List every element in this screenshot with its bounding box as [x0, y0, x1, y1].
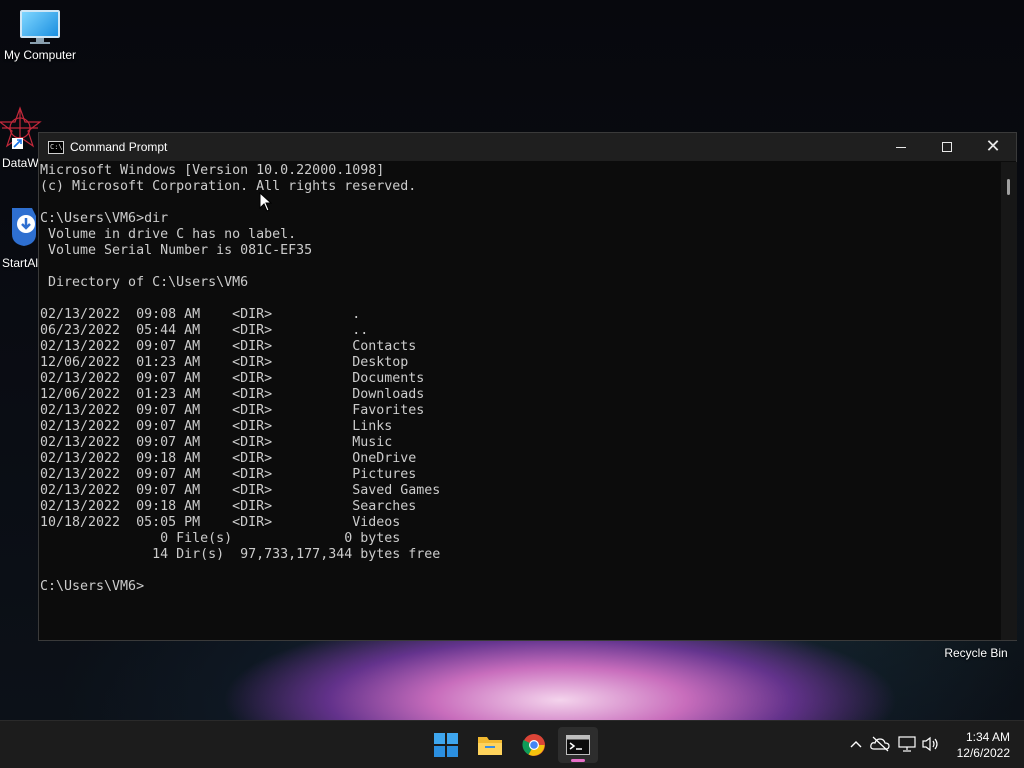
- clock-date: 12/6/2022: [956, 746, 1010, 760]
- vertical-scrollbar[interactable]: [1001, 162, 1017, 640]
- console-line: 14 Dir(s) 97,733,177,344 bytes free: [40, 547, 441, 562]
- console-line: 02/13/2022 09:07 AM <DIR> Music: [40, 435, 393, 450]
- window-title: Command Prompt: [70, 140, 168, 154]
- active-app-indicator: [571, 759, 585, 762]
- onedrive-tray-button[interactable]: [869, 733, 891, 755]
- console-line: 12/06/2022 01:23 AM <DIR> Downloads: [40, 387, 425, 402]
- console-line: 12/06/2022 01:23 AM <DIR> Desktop: [40, 355, 409, 370]
- file-explorer-icon: [478, 737, 502, 755]
- console-line: 02/13/2022 09:07 AM <DIR> Documents: [40, 371, 425, 386]
- file-explorer-button[interactable]: [470, 727, 510, 763]
- console-line: 0 File(s) 0 bytes: [40, 531, 401, 546]
- console-line: Microsoft Windows [Version 10.0.22000.10…: [40, 163, 385, 178]
- console-line: Volume Serial Number is 081C-EF35: [40, 243, 313, 258]
- console-line: 02/13/2022 09:18 AM <DIR> OneDrive: [40, 451, 417, 466]
- volume-icon: [922, 736, 938, 752]
- close-button[interactable]: ✕: [970, 133, 1016, 161]
- console-line: C:\Users\VM6>dir: [40, 211, 169, 226]
- console-line: 02/13/2022 09:18 AM <DIR> Searches: [40, 499, 417, 514]
- desktop-icon-label: DataW: [2, 156, 39, 170]
- console-line: 02/13/2022 09:07 AM <DIR> Saved Games: [40, 483, 441, 498]
- maximize-button[interactable]: [924, 133, 970, 161]
- mouse-cursor-icon: [259, 191, 273, 212]
- console-line: Directory of C:\Users\VM6: [40, 275, 249, 290]
- cmd-app-icon: C:\: [48, 140, 64, 154]
- console-line: 02/13/2022 09:07 AM <DIR> Contacts: [40, 339, 417, 354]
- desktop-icon-my-computer[interactable]: My Computer: [0, 10, 80, 62]
- minimize-icon: [896, 146, 906, 148]
- chrome-icon: [522, 734, 545, 756]
- chrome-button[interactable]: [514, 727, 554, 763]
- onedrive-offline-icon: [870, 736, 890, 752]
- desktop-icon-label: My Computer: [3, 48, 77, 62]
- desktop-icon-label: StartAl: [2, 256, 39, 270]
- console-line: 02/13/2022 09:07 AM <DIR> Pictures: [40, 467, 417, 482]
- console-line: 02/13/2022 09:08 AM <DIR> .: [40, 307, 361, 322]
- terminal-taskbar-button[interactable]: [558, 727, 598, 763]
- chevron-up-icon: [850, 741, 862, 748]
- start-button[interactable]: [426, 727, 466, 763]
- console-line: C:\Users\VM6>: [40, 579, 145, 594]
- recycle-bin-label[interactable]: Recycle Bin: [936, 646, 1016, 660]
- minimize-button[interactable]: [878, 133, 924, 161]
- desktop-icon-datawatch[interactable]: DataW: [0, 106, 42, 170]
- clock-time: 1:34 AM: [965, 730, 1010, 744]
- show-hidden-icons-button[interactable]: [845, 733, 867, 755]
- taskbar: 1:34 AM 12/6/2022: [0, 720, 1024, 768]
- window-titlebar[interactable]: C:\ Command Prompt ✕: [39, 133, 1016, 161]
- network-tray-button[interactable]: [896, 733, 918, 755]
- download-shield-icon: [0, 204, 42, 248]
- scrollbar-thumb[interactable]: [1007, 179, 1010, 195]
- monitor-icon: [18, 10, 62, 44]
- desktop-icon-startall[interactable]: StartAl: [0, 204, 42, 270]
- maximize-icon: [942, 142, 952, 152]
- terminal-icon: [566, 735, 590, 755]
- console-line: 10/18/2022 05:05 PM <DIR> Videos: [40, 515, 401, 530]
- console-line: 06/23/2022 05:44 AM <DIR> ..: [40, 323, 369, 338]
- volume-tray-button[interactable]: [920, 733, 942, 755]
- console-output[interactable]: Microsoft Windows [Version 10.0.22000.10…: [39, 162, 1001, 640]
- console-line: (c) Microsoft Corporation. All rights re…: [40, 179, 417, 194]
- command-prompt-window[interactable]: C:\ Command Prompt ✕ Microsoft Windows […: [38, 132, 1017, 641]
- network-icon: [898, 736, 916, 752]
- console-line: 02/13/2022 09:07 AM <DIR> Favorites: [40, 403, 425, 418]
- close-icon: ✕: [985, 136, 1001, 157]
- console-line: 02/13/2022 09:07 AM <DIR> Links: [40, 419, 393, 434]
- datawatch-icon: [0, 106, 42, 150]
- console-line: Volume in drive C has no label.: [40, 227, 297, 242]
- windows-start-icon: [434, 733, 458, 757]
- taskbar-clock[interactable]: 1:34 AM 12/6/2022: [940, 729, 1010, 761]
